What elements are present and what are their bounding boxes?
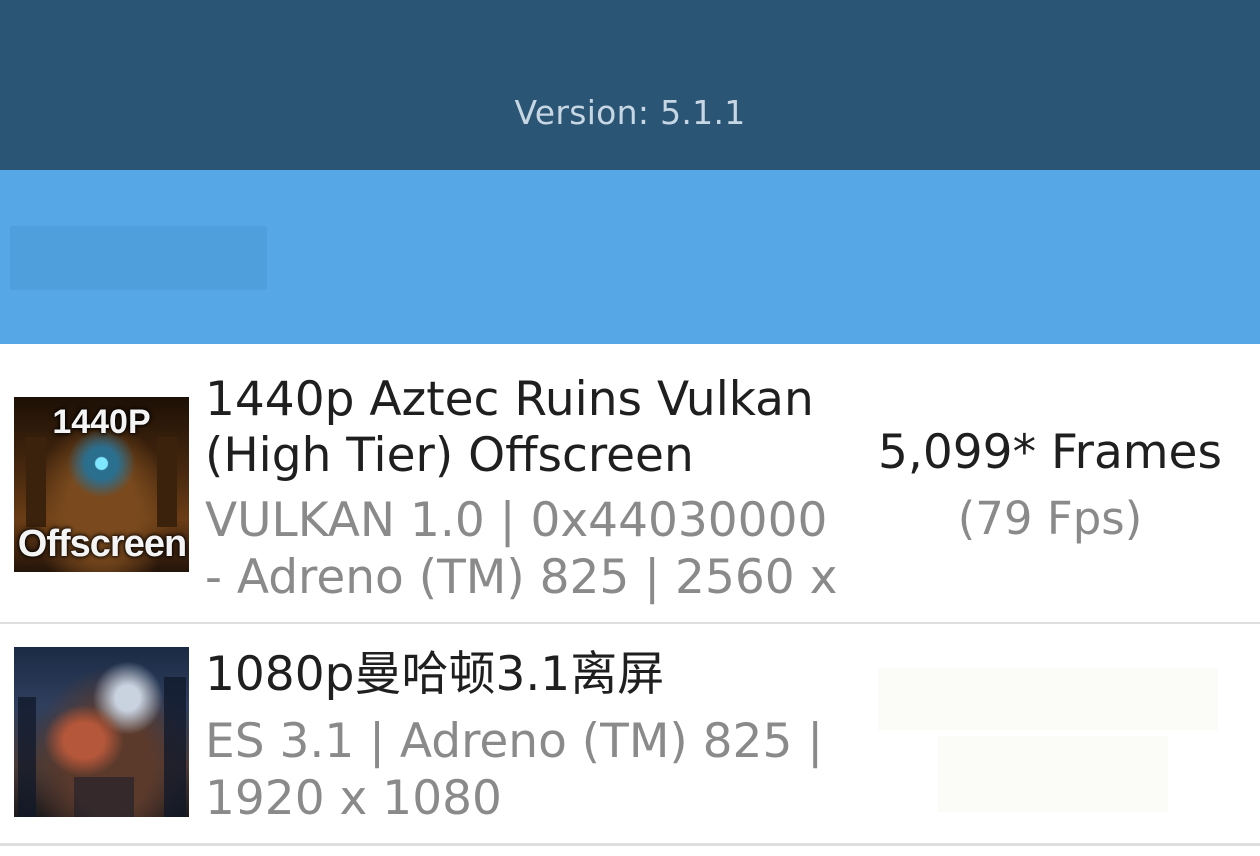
result-row-aztec[interactable]: 1440P Offscreen 1440p Aztec Ruins Vulkan… xyxy=(0,344,1260,623)
version-label: Version: 5.1.1 xyxy=(514,93,746,132)
fps-placeholder xyxy=(938,736,1168,812)
thumbnail-resolution-label: 1440P xyxy=(52,403,151,441)
test-detail-line1: ES 3.1 | Adreno (TM) 825 | xyxy=(205,714,824,769)
score-frames: 5,099* Frames xyxy=(878,425,1222,480)
test-title-line2: (High Tier) Offscreen xyxy=(205,428,694,483)
test-detail-line2: - Adreno (TM) 825 | 2560 x xyxy=(205,550,838,605)
result-row-manhattan[interactable]: 1080p曼哈顿3.1离屏 ES 3.1 | Adreno (TM) 825 |… xyxy=(0,624,1260,846)
row-divider xyxy=(0,843,1260,846)
test-detail-line1: VULKAN 1.0 | 0x44030000 xyxy=(205,493,828,548)
test-detail-line2: 1920 x 1080 xyxy=(205,771,502,826)
aztec-ruins-thumbnail: 1440P Offscreen xyxy=(14,397,189,572)
tab-button[interactable] xyxy=(10,226,267,290)
thumbnail-offscreen-label: Offscreen xyxy=(17,523,187,565)
score-fps: (79 Fps) xyxy=(957,492,1143,545)
app-header: Version: 5.1.1 xyxy=(0,0,1260,170)
test-title-line1: 1080p曼哈顿3.1离屏 xyxy=(205,647,665,702)
score-placeholder xyxy=(878,668,1218,730)
test-title-line1: 1440p Aztec Ruins Vulkan xyxy=(205,372,814,427)
manhattan-thumbnail xyxy=(14,647,189,817)
